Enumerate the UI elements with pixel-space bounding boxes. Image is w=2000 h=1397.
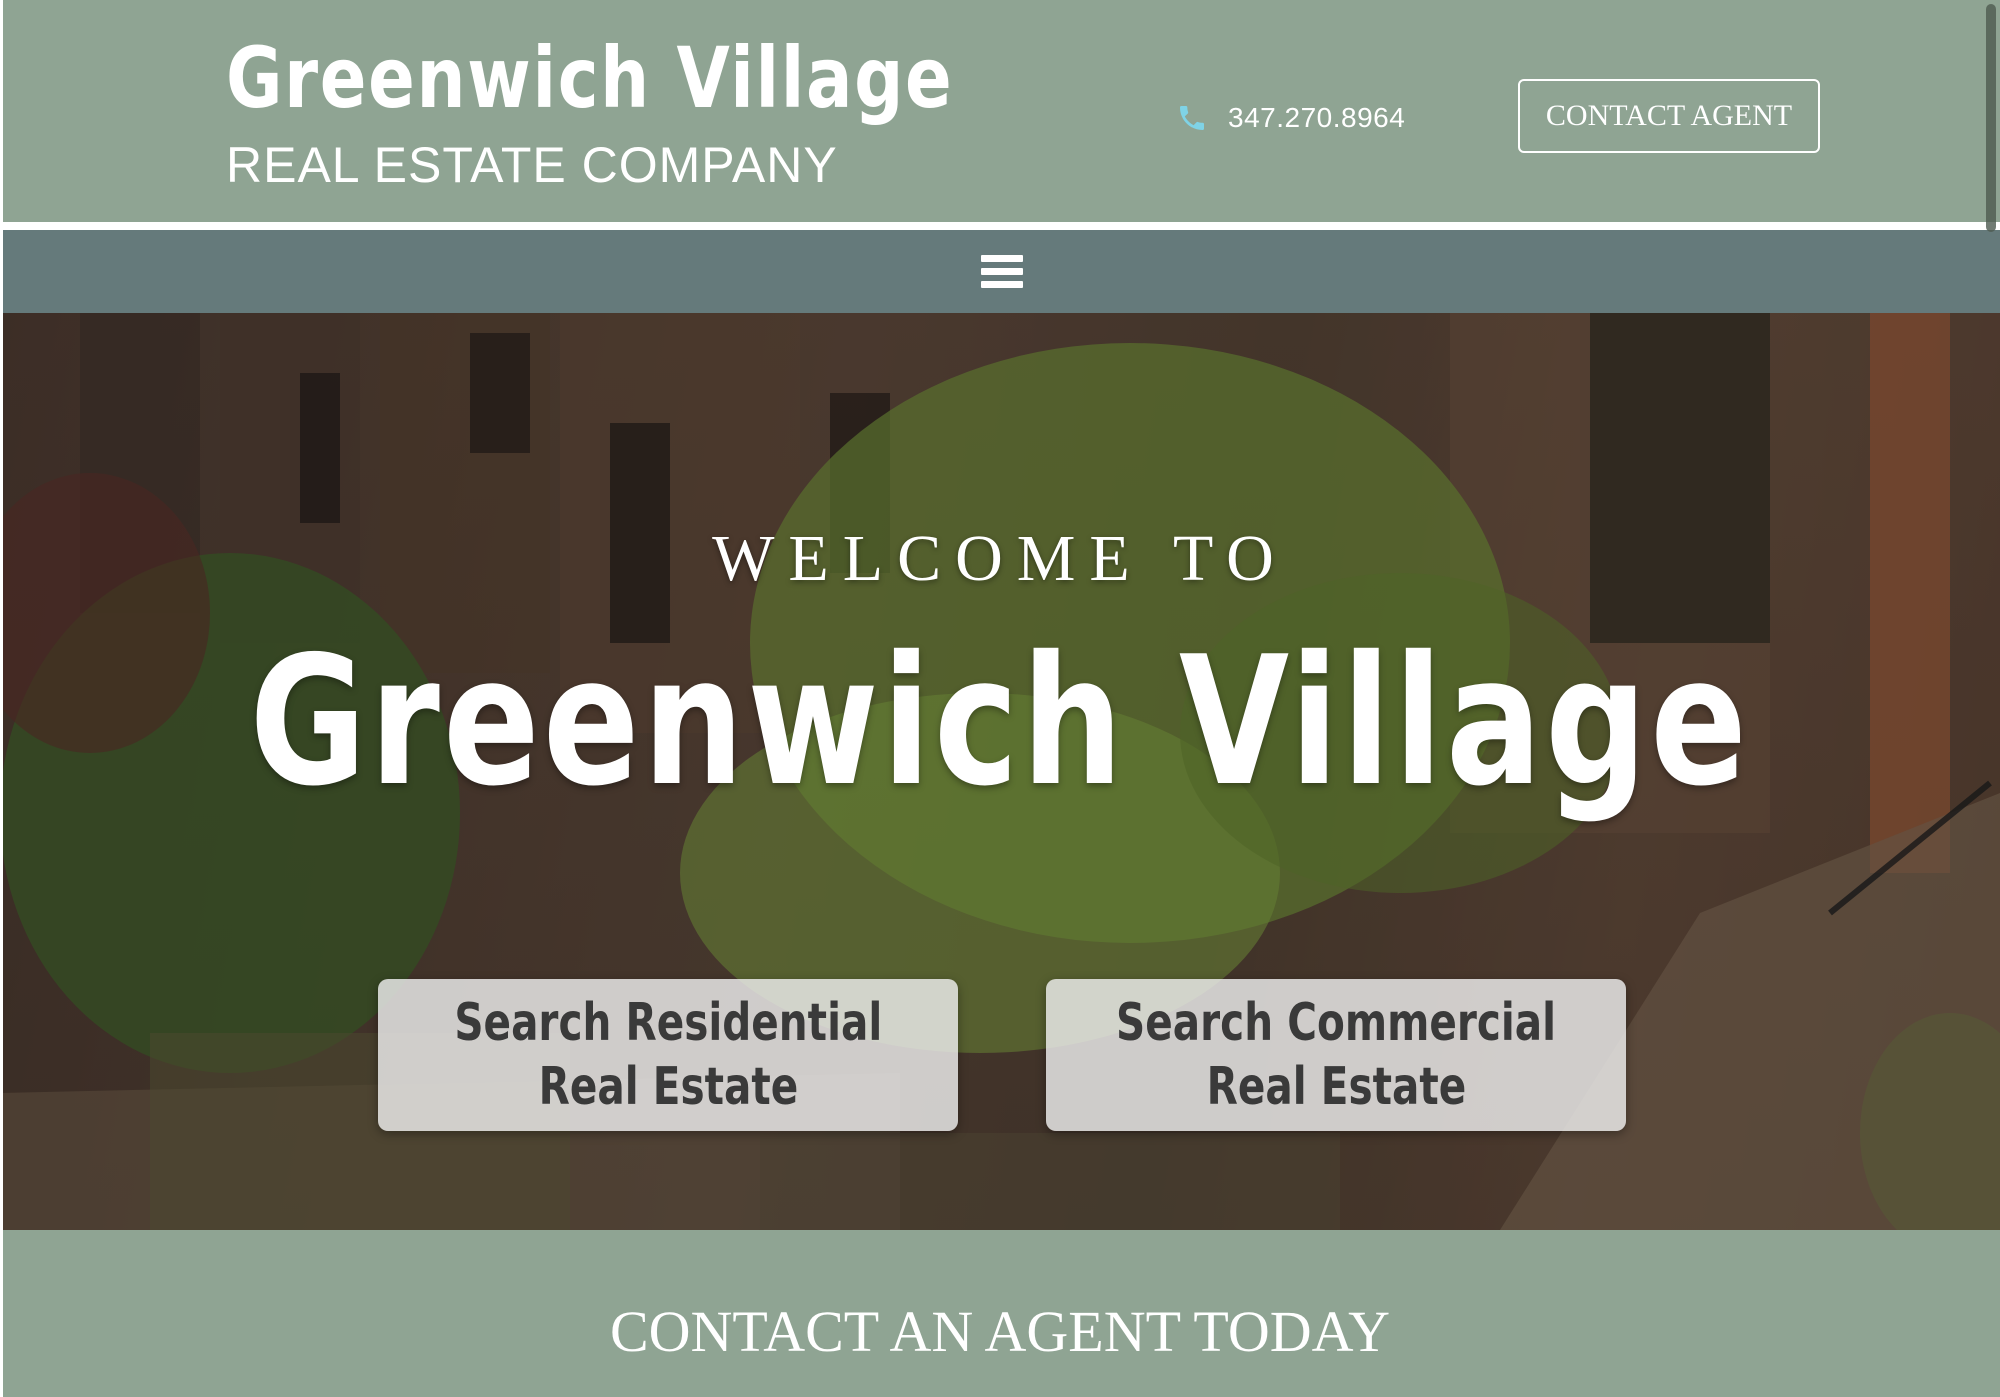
- search-commercial-line2: Real Estate: [1206, 1057, 1466, 1117]
- phone-link[interactable]: 347.270.8964: [1176, 100, 1405, 136]
- nav-bar: [0, 230, 2000, 313]
- hamburger-menu-icon[interactable]: [981, 255, 1023, 291]
- search-commercial-button[interactable]: Search Commercial Real Estate: [1046, 979, 1626, 1131]
- contact-agent-button[interactable]: CONTACT AGENT: [1518, 79, 1820, 153]
- scrollbar[interactable]: [1986, 4, 1996, 232]
- hero-welcome: WELCOME TO: [712, 522, 1288, 595]
- contact-section-title: CONTACT AN AGENT TODAY: [609, 1299, 1391, 1364]
- search-residential-line2: Real Estate: [538, 1057, 798, 1117]
- phone-number: 347.270.8964: [1228, 102, 1406, 133]
- site-header: Greenwich Village REAL ESTATE COMPANY 34…: [0, 0, 2000, 222]
- contact-section: CONTACT AN AGENT TODAY: [0, 1230, 2000, 1397]
- logo-subtitle: REAL ESTATE COMPANY: [226, 137, 838, 193]
- phone-icon: [1180, 106, 1204, 130]
- window-edge: [0, 0, 3, 1397]
- search-residential-line1: Search Residential: [454, 993, 882, 1053]
- search-residential-button[interactable]: Search Residential Real Estate: [378, 979, 958, 1131]
- site-logo[interactable]: Greenwich Village REAL ESTATE COMPANY: [226, 36, 952, 196]
- hero-section: WELCOME TO Greenwich Village Search Resi…: [0, 313, 2000, 1230]
- hero-title: Greenwich Village: [0, 633, 2000, 811]
- search-commercial-line1: Search Commercial: [1115, 993, 1557, 1053]
- header-divider: [0, 222, 2000, 230]
- page: Greenwich Village REAL ESTATE COMPANY 34…: [0, 0, 2000, 1397]
- hero-title-text: Greenwich Village: [249, 618, 1751, 825]
- logo-title: Greenwich Village: [226, 29, 954, 127]
